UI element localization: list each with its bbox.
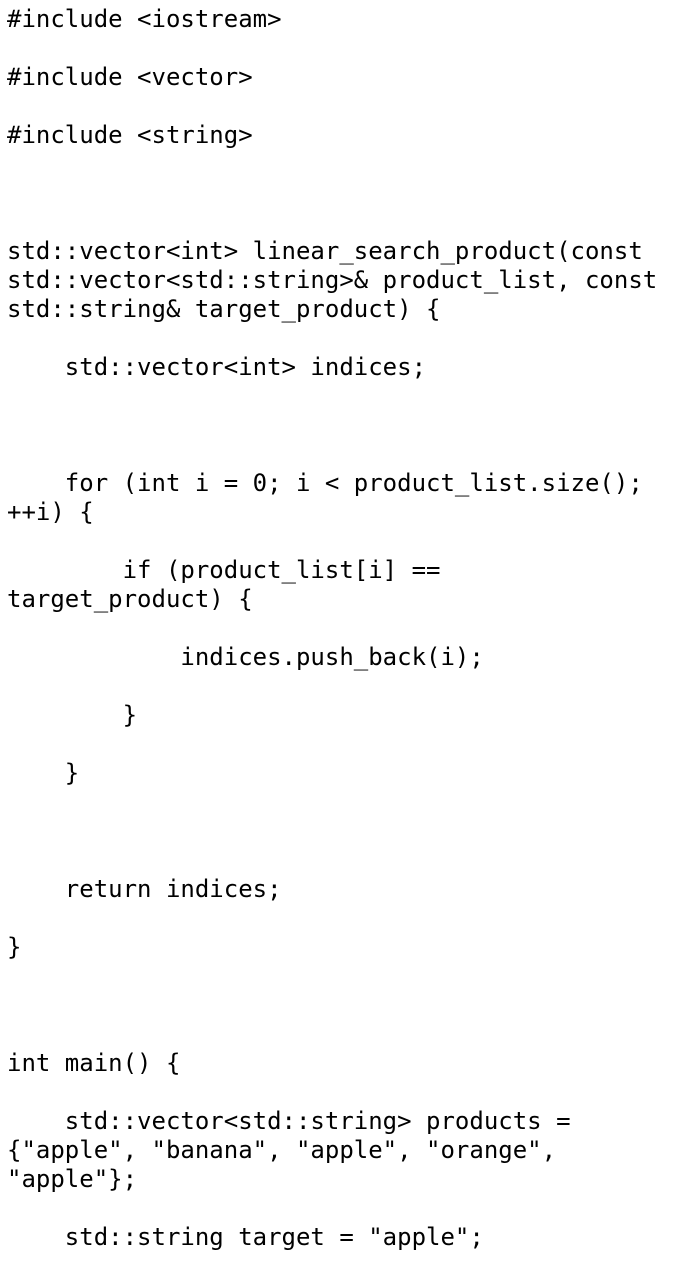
code-line: {"apple", "banana", "apple", "orange", <box>7 1136 557 1164</box>
code-line: for (int i = 0; i < product_list.size(); <box>7 469 643 497</box>
code-line: } <box>7 759 80 787</box>
code-line: int main() { <box>7 1049 181 1077</box>
code-line: #include <iostream> <box>7 5 282 33</box>
code-line: std::vector<std::string>& product_list, … <box>7 266 658 294</box>
code-line: indices.push_back(i); <box>7 643 484 671</box>
code-line: std::vector<int> linear_search_product(c… <box>7 237 643 265</box>
code-line: std::vector<std::string> products = <box>7 1107 571 1135</box>
code-line: #include <vector> <box>7 63 253 91</box>
code-line: } <box>7 933 22 961</box>
code-line: target_product) { <box>7 585 253 613</box>
code-line: if (product_list[i] == <box>7 556 441 584</box>
code-line: } <box>7 701 138 729</box>
code-line: #include <string> <box>7 121 253 149</box>
code-line: ++i) { <box>7 498 94 526</box>
code-line: std::string& target_product) { <box>7 295 441 323</box>
code-line: std::string target = "apple"; <box>7 1223 484 1251</box>
code-line: std::vector<int> indices; <box>7 353 427 381</box>
code-line: return indices; <box>7 875 282 903</box>
code-line: "apple"}; <box>7 1165 138 1193</box>
